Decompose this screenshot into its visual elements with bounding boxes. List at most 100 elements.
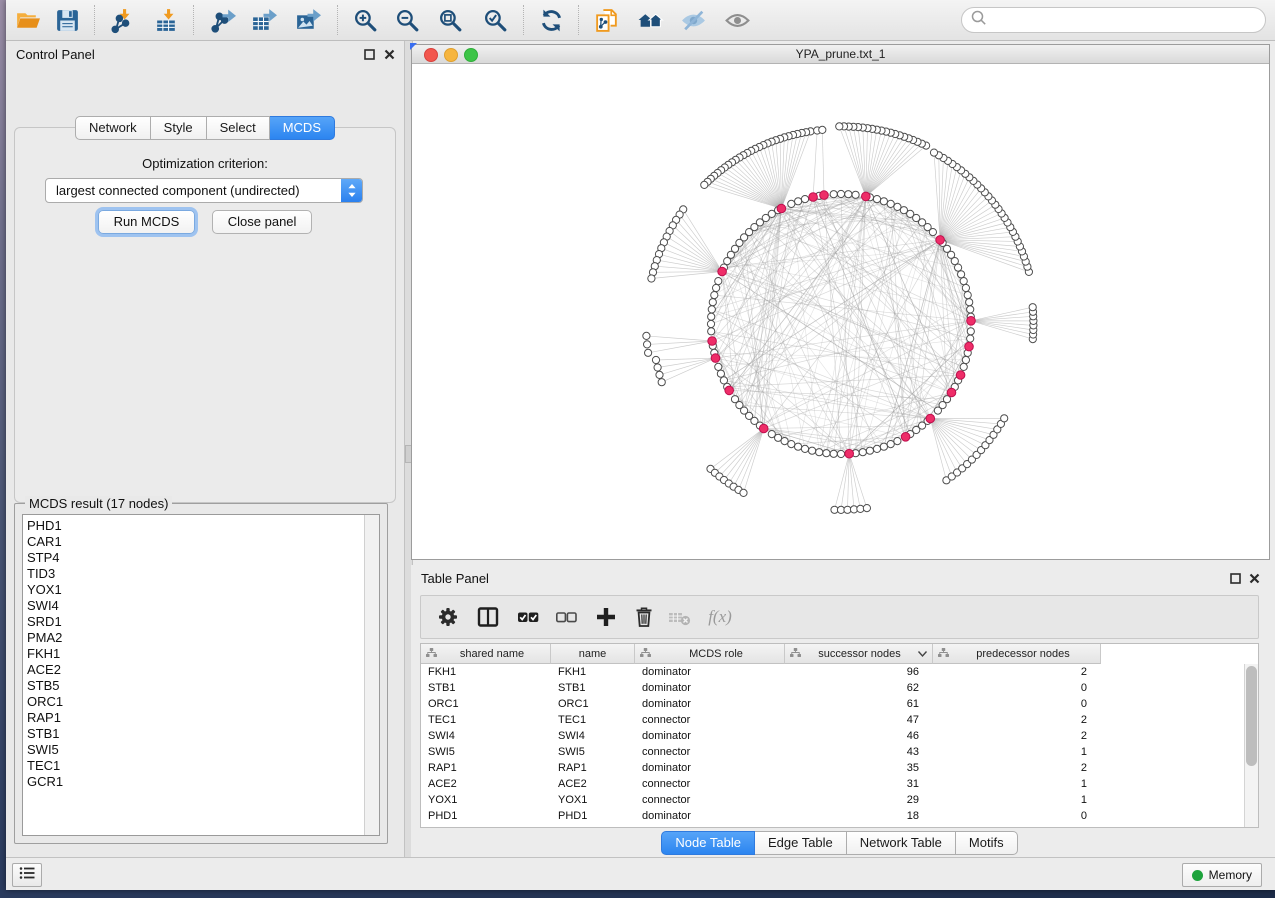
mcds-result-item[interactable]: SRD1 [27,614,361,630]
network-graph[interactable] [412,64,1267,559]
delete-row-button[interactable] [631,604,657,630]
network-overview-button[interactable] [632,5,668,35]
table-settings-button[interactable] [435,604,461,630]
mcds-result-item[interactable]: FKH1 [27,646,361,662]
table-row[interactable]: RAP1RAP1dominator352 [421,760,1258,776]
network-canvas[interactable] [412,64,1269,559]
tab-edge-table[interactable]: Edge Table [755,831,847,855]
hide-column-icon [666,604,692,630]
mcds-result-item[interactable]: SWI5 [27,742,361,758]
mcds-result-item[interactable]: CAR1 [27,534,361,550]
close-panel-icon[interactable] [383,48,396,61]
export-image-button[interactable] [289,5,325,35]
memory-button[interactable]: Memory [1182,863,1262,887]
table-row[interactable]: ACE2ACE2connector311 [421,776,1258,792]
zoom-fit-button[interactable] [432,5,468,35]
column-header-name[interactable]: name [551,644,635,664]
optimization-criterion-select[interactable]: largest connected component (undirected) [45,178,363,203]
tab-node-table[interactable]: Node Table [661,831,755,855]
zoom-out-button[interactable] [389,5,425,35]
table-row[interactable]: FKH1FKH1dominator962 [421,664,1258,680]
mcds-result-item[interactable]: PHD1 [27,518,361,534]
main-toolbar [6,0,1275,41]
tab-network-table[interactable]: Network Table [847,831,956,855]
cell-successor_nodes: 96 [785,666,933,678]
column-header-shared-name[interactable]: shared name [421,644,551,664]
zoom-selected-button[interactable] [477,5,513,35]
hide-column-button[interactable] [666,604,692,630]
cell-successor_nodes: 46 [785,730,933,742]
column-header-MCDS-role[interactable]: MCDS role [635,644,785,664]
mcds-result-item[interactable]: YOX1 [27,582,361,598]
equation-button[interactable]: f(x) [703,604,737,630]
hide-annotations-button[interactable] [675,5,711,35]
column-header-successor-nodes[interactable]: successor nodes [785,644,933,664]
mcds-result-item[interactable]: STB5 [27,678,361,694]
mcds-result-item[interactable]: STP4 [27,550,361,566]
split-view-button[interactable] [475,604,501,630]
deselect-all-button[interactable] [553,604,579,630]
graphics-details-button[interactable] [719,5,755,35]
selected-option-text: largest connected component (undirected) [56,183,300,198]
zoom-in-button[interactable] [347,5,383,35]
cell-successor_nodes: 29 [785,794,933,806]
open-session-button[interactable] [9,5,45,35]
network-window-title: YPA_prune.txt_1 [412,47,1269,61]
add-row-button[interactable] [593,604,619,630]
export-network-button[interactable] [204,5,240,35]
status-bar: Memory [6,857,1275,890]
run-mcds-button[interactable]: Run MCDS [98,210,196,234]
import-network-icon [109,7,136,34]
cell-predecessor_nodes: 1 [933,794,1101,806]
table-scrollbar-thumb[interactable] [1246,666,1257,766]
mcds-result-item[interactable]: STB1 [27,726,361,742]
tab-motifs[interactable]: Motifs [956,831,1018,855]
table-row[interactable]: PHD1PHD1dominator180 [421,808,1258,824]
export-table-icon [250,7,277,34]
save-session-button[interactable] [49,5,85,35]
table-row[interactable]: STB1STB1dominator620 [421,680,1258,696]
export-table-button[interactable] [245,5,281,35]
mcds-result-item[interactable]: ACE2 [27,662,361,678]
close-table-panel-icon[interactable] [1248,572,1261,585]
table-scrollbar[interactable] [1244,664,1258,827]
mcds-result-list[interactable]: PHD1CAR1STP4TID3YOX1SWI4SRD1PMA2FKH1ACE2… [22,514,380,836]
task-history-button[interactable] [12,863,42,887]
tab-style[interactable]: Style [151,116,207,140]
refresh-network-button[interactable] [533,5,569,35]
table-row[interactable]: ORC1ORC1dominator610 [421,696,1258,712]
select-all-button[interactable] [515,604,541,630]
mcds-list-scrollbar[interactable] [364,515,379,835]
network-window-titlebar[interactable]: YPA_prune.txt_1 [412,45,1269,64]
zoom-fit-icon [437,7,464,34]
zoom-in-icon [352,7,379,34]
search-box[interactable] [961,7,1266,33]
mcds-result-item[interactable]: ORC1 [27,694,361,710]
tab-network[interactable]: Network [75,116,151,140]
mcds-result-item[interactable]: TID3 [27,566,361,582]
import-table-button[interactable] [148,5,184,35]
import-network-button[interactable] [104,5,140,35]
float-table-panel-icon[interactable] [1229,572,1242,585]
float-panel-icon[interactable] [363,48,376,61]
column-header-predecessor-nodes[interactable]: predecessor nodes [933,644,1101,664]
search-input[interactable] [992,12,1257,28]
memory-status-dot [1192,870,1203,881]
toolbar-separator [193,5,195,35]
mcds-result-item[interactable]: PMA2 [27,630,361,646]
tab-mcds[interactable]: MCDS [270,116,335,140]
table-row[interactable]: YOX1YOX1connector291 [421,792,1258,808]
tab-select[interactable]: Select [207,116,270,140]
close-panel-button[interactable]: Close panel [212,210,313,234]
toolbar-separator [578,5,580,35]
mcds-result-item[interactable]: GCR1 [27,774,361,790]
mcds-result-item[interactable]: TEC1 [27,758,361,774]
table-row[interactable]: SWI5SWI5connector431 [421,744,1258,760]
clone-network-button[interactable] [588,5,624,35]
cell-mcds_role: dominator [635,810,785,822]
table-row[interactable]: TEC1TEC1connector472 [421,712,1258,728]
table-row[interactable]: SWI4SWI4dominator462 [421,728,1258,744]
mcds-result-item[interactable]: RAP1 [27,710,361,726]
network-overview-icon [637,7,664,34]
mcds-result-item[interactable]: SWI4 [27,598,361,614]
